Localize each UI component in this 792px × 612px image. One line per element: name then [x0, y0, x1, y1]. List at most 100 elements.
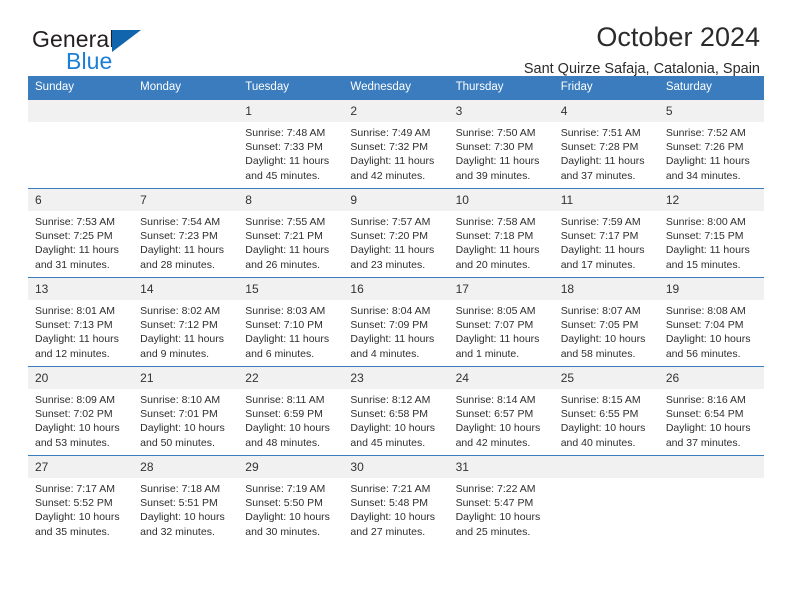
daylight-text: Daylight: 10 hours and 42 minutes.: [455, 422, 541, 449]
day-number: [553, 456, 659, 478]
calendar-day-cell[interactable]: 23 Sunrise: 8:12 AM Sunset: 6:58 PM Dayligh…: [343, 366, 449, 456]
calendar-day-cell[interactable]: 26 Sunrise: 8:16 AM Sunset: 6:54 PM Dayligh…: [658, 366, 764, 456]
day-number: 23: [343, 367, 449, 389]
daylight-text: Daylight: 10 hours and 45 minutes.: [350, 422, 436, 449]
daylight-text: Daylight: 11 hours and 6 minutes.: [245, 333, 330, 360]
calendar-week-row: 13 Sunrise: 8:01 AM Sunset: 7:13 PM Dayligh…: [28, 277, 764, 367]
calendar-day-cell[interactable]: 22 Sunrise: 8:11 AM Sunset: 6:59 PM Dayligh…: [238, 366, 344, 456]
sunrise-text: Sunrise: 7:53 AM: [35, 216, 115, 228]
calendar-day-cell[interactable]: 29 Sunrise: 7:19 AM Sunset: 5:50 PM Dayligh…: [238, 455, 344, 544]
day-details: Sunrise: 8:01 AM Sunset: 7:13 PM Daylight:…: [28, 300, 133, 361]
sunrise-text: Sunrise: 8:09 AM: [35, 394, 115, 406]
calendar-day-cell-empty: [28, 99, 134, 189]
daylight-text: Daylight: 11 hours and 45 minutes.: [245, 155, 330, 182]
title-block: October 2024 Sant Quirze Safaja, Catalon…: [524, 22, 760, 77]
sunset-text: Sunset: 7:10 PM: [245, 319, 323, 332]
calendar-day-cell[interactable]: 19 Sunrise: 8:08 AM Sunset: 7:04 PM Dayligh…: [658, 277, 764, 367]
day-number: 26: [658, 367, 764, 389]
calendar-day-cell[interactable]: 8 Sunrise: 7:55 AM Sunset: 7:21 PM Daylight…: [238, 188, 344, 278]
calendar-day-cell[interactable]: 17 Sunrise: 8:05 AM Sunset: 7:07 PM Dayligh…: [448, 277, 554, 367]
calendar-day-cell[interactable]: 2 Sunrise: 7:49 AM Sunset: 7:32 PM Daylight…: [343, 99, 449, 189]
sunset-text: Sunset: 6:59 PM: [245, 408, 323, 421]
calendar-page: General Blue October 2024 Sant Quirze Sa…: [0, 0, 792, 612]
day-details: Sunrise: 8:00 AM Sunset: 7:15 PM Daylight:…: [659, 211, 764, 272]
day-number: 17: [448, 278, 554, 300]
sunset-text: Sunset: 5:52 PM: [35, 497, 113, 510]
day-number: 1: [238, 100, 344, 122]
sunset-text: Sunset: 7:05 PM: [560, 319, 639, 332]
day-number: 16: [343, 278, 449, 300]
daylight-text: Daylight: 10 hours and 58 minutes.: [560, 333, 646, 360]
daylight-text: Daylight: 11 hours and 4 minutes.: [350, 333, 435, 360]
sunrise-text: Sunrise: 7:19 AM: [245, 483, 326, 495]
calendar-day-cell[interactable]: 1 Sunrise: 7:48 AM Sunset: 7:33 PM Daylight…: [238, 99, 344, 189]
day-number: 2: [343, 100, 449, 122]
calendar-day-cell[interactable]: 25 Sunrise: 8:15 AM Sunset: 6:55 PM Dayligh…: [553, 366, 659, 456]
calendar-day-cell[interactable]: 20 Sunrise: 8:09 AM Sunset: 7:02 PM Dayligh…: [28, 366, 134, 456]
calendar-day-cell[interactable]: 10 Sunrise: 7:58 AM Sunset: 7:18 PM Dayligh…: [448, 188, 554, 278]
daylight-text: Daylight: 10 hours and 53 minutes.: [35, 422, 120, 449]
calendar-day-cell[interactable]: 3 Sunrise: 7:50 AM Sunset: 7:30 PM Daylight…: [448, 99, 554, 189]
day-number: 29: [238, 456, 344, 478]
sunset-text: Sunset: 6:54 PM: [665, 408, 744, 421]
sunrise-text: Sunrise: 8:00 AM: [665, 216, 746, 228]
calendar-day-cell[interactable]: 24 Sunrise: 8:14 AM Sunset: 6:57 PM Dayligh…: [448, 366, 554, 456]
sunrise-text: Sunrise: 8:16 AM: [665, 394, 746, 406]
sunrise-text: Sunrise: 8:15 AM: [560, 394, 641, 406]
day-number: 22: [238, 367, 344, 389]
calendar-head: Sunday Monday Tuesday Wednesday Thursday…: [28, 76, 764, 100]
calendar-day-cell[interactable]: 28 Sunrise: 7:18 AM Sunset: 5:51 PM Dayligh…: [133, 455, 239, 544]
daylight-text: Daylight: 11 hours and 34 minutes.: [665, 155, 750, 182]
sunset-text: Sunset: 7:23 PM: [140, 230, 218, 243]
general-blue-logo[interactable]: General Blue: [32, 26, 262, 78]
calendar-day-cell[interactable]: 14 Sunrise: 8:02 AM Sunset: 7:12 PM Dayligh…: [133, 277, 239, 367]
calendar-day-cell[interactable]: 4 Sunrise: 7:51 AM Sunset: 7:28 PM Daylight…: [553, 99, 659, 189]
calendar-day-cell[interactable]: 27 Sunrise: 7:17 AM Sunset: 5:52 PM Dayligh…: [28, 455, 134, 544]
sunrise-text: Sunrise: 8:14 AM: [455, 394, 536, 406]
sunrise-text: Sunrise: 7:22 AM: [455, 483, 536, 495]
sunset-text: Sunset: 7:21 PM: [245, 230, 323, 243]
calendar-day-cell[interactable]: 15 Sunrise: 8:03 AM Sunset: 7:10 PM Dayligh…: [238, 277, 344, 367]
calendar-day-cell[interactable]: 21 Sunrise: 8:10 AM Sunset: 7:01 PM Dayligh…: [133, 366, 239, 456]
sunrise-text: Sunrise: 7:55 AM: [245, 216, 326, 228]
daylight-text: Daylight: 10 hours and 40 minutes.: [560, 422, 646, 449]
sunset-text: Sunset: 7:25 PM: [35, 230, 113, 243]
calendar-day-cell[interactable]: 30 Sunrise: 7:21 AM Sunset: 5:48 PM Dayligh…: [343, 455, 449, 544]
sunset-text: Sunset: 5:51 PM: [140, 497, 218, 510]
weekday-header-row: Sunday Monday Tuesday Wednesday Thursday…: [28, 76, 764, 100]
calendar-day-cell[interactable]: 12 Sunrise: 8:00 AM Sunset: 7:15 PM Dayligh…: [658, 188, 764, 278]
day-number: 15: [238, 278, 344, 300]
calendar-week-row: 20 Sunrise: 8:09 AM Sunset: 7:02 PM Dayligh…: [28, 366, 764, 456]
day-number: 31: [448, 456, 554, 478]
sunrise-text: Sunrise: 7:59 AM: [560, 216, 641, 228]
calendar-day-cell[interactable]: 11 Sunrise: 7:59 AM Sunset: 7:17 PM Dayligh…: [553, 188, 659, 278]
sunset-text: Sunset: 7:01 PM: [140, 408, 218, 421]
sunrise-text: Sunrise: 7:48 AM: [245, 127, 326, 139]
sunset-text: Sunset: 7:04 PM: [665, 319, 744, 332]
daylight-text: Daylight: 11 hours and 37 minutes.: [560, 155, 645, 182]
calendar-day-cell[interactable]: 13 Sunrise: 8:01 AM Sunset: 7:13 PM Dayligh…: [28, 277, 134, 367]
day-number: 9: [343, 189, 449, 211]
day-details: Sunrise: 7:57 AM Sunset: 7:20 PM Daylight:…: [343, 211, 448, 272]
day-number: 7: [133, 189, 239, 211]
daylight-text: Daylight: 10 hours and 35 minutes.: [35, 511, 120, 538]
sunrise-text: Sunrise: 8:11 AM: [245, 394, 325, 406]
daylight-text: Daylight: 10 hours and 50 minutes.: [140, 422, 225, 449]
daylight-text: Daylight: 11 hours and 42 minutes.: [350, 155, 435, 182]
calendar-day-cell-empty: [658, 455, 764, 544]
calendar-day-cell[interactable]: 16 Sunrise: 8:04 AM Sunset: 7:09 PM Dayligh…: [343, 277, 449, 367]
sunrise-sunset-calendar: Sunday Monday Tuesday Wednesday Thursday…: [28, 76, 764, 544]
daylight-text: Daylight: 11 hours and 39 minutes.: [455, 155, 540, 182]
weekday-header-saturday: Saturday: [658, 76, 764, 100]
calendar-day-cell[interactable]: 5 Sunrise: 7:52 AM Sunset: 7:26 PM Daylight…: [658, 99, 764, 189]
calendar-day-cell[interactable]: 31 Sunrise: 7:22 AM Sunset: 5:47 PM Dayligh…: [448, 455, 554, 544]
day-details: Sunrise: 8:14 AM Sunset: 6:57 PM Daylight:…: [449, 389, 554, 450]
day-number: 14: [133, 278, 239, 300]
calendar-day-cell[interactable]: 18 Sunrise: 8:07 AM Sunset: 7:05 PM Dayligh…: [553, 277, 659, 367]
calendar-day-cell[interactable]: 9 Sunrise: 7:57 AM Sunset: 7:20 PM Daylight…: [343, 188, 449, 278]
calendar-body: 1 Sunrise: 7:48 AM Sunset: 7:33 PM Daylight…: [28, 99, 764, 544]
calendar-day-cell[interactable]: 6 Sunrise: 7:53 AM Sunset: 7:25 PM Daylight…: [28, 188, 134, 278]
sunset-text: Sunset: 7:33 PM: [245, 141, 323, 154]
day-details: Sunrise: 7:18 AM Sunset: 5:51 PM Daylight:…: [133, 478, 238, 539]
calendar-day-cell[interactable]: 7 Sunrise: 7:54 AM Sunset: 7:23 PM Daylight…: [133, 188, 239, 278]
